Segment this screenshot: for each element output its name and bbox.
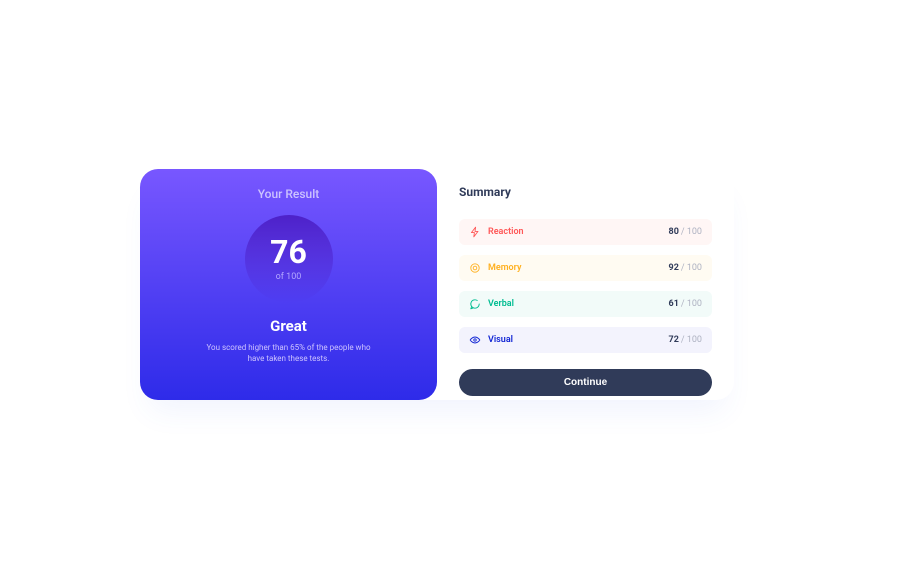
bolt-icon xyxy=(469,226,481,238)
summary-rows: Reaction 80 / 100 Memory 92 / 100 Verbal xyxy=(459,219,712,353)
result-rank: Great xyxy=(270,317,307,335)
chat-icon xyxy=(469,298,481,310)
summary-row-reaction: Reaction 80 / 100 xyxy=(459,219,712,245)
brain-icon xyxy=(469,262,481,274)
summary-row-visual: Visual 72 / 100 xyxy=(459,327,712,353)
summary-row-verbal: Verbal 61 / 100 xyxy=(459,291,712,317)
summary-row-value: 92 xyxy=(669,263,679,273)
summary-row-value: 72 xyxy=(669,335,679,345)
summary-row-label: Visual xyxy=(488,335,513,345)
summary-row-memory: Memory 92 / 100 xyxy=(459,255,712,281)
result-description: You scored higher than 65% of the people… xyxy=(199,342,379,364)
summary-row-value: 61 xyxy=(669,299,679,309)
summary-panel: Summary Reaction 80 / 100 Memory 92 / 10… xyxy=(437,169,734,400)
summary-row-max: / 100 xyxy=(681,299,702,309)
continue-button[interactable]: Continue xyxy=(459,369,712,396)
summary-row-value: 80 xyxy=(669,227,679,237)
result-heading: Your Result xyxy=(258,187,320,201)
score-of-max: of 100 xyxy=(276,272,302,282)
score-value: 76 xyxy=(270,236,307,268)
results-card: Your Result 76 of 100 Great You scored h… xyxy=(140,169,734,400)
summary-row-label: Reaction xyxy=(488,227,524,237)
summary-row-max: / 100 xyxy=(681,227,702,237)
summary-row-label: Verbal xyxy=(488,299,514,309)
summary-heading: Summary xyxy=(459,185,712,199)
summary-row-max: / 100 xyxy=(681,335,702,345)
summary-row-max: / 100 xyxy=(681,263,702,273)
summary-row-label: Memory xyxy=(488,263,521,273)
result-panel: Your Result 76 of 100 Great You scored h… xyxy=(140,169,437,400)
score-circle: 76 of 100 xyxy=(245,215,333,303)
eye-icon xyxy=(469,334,481,346)
